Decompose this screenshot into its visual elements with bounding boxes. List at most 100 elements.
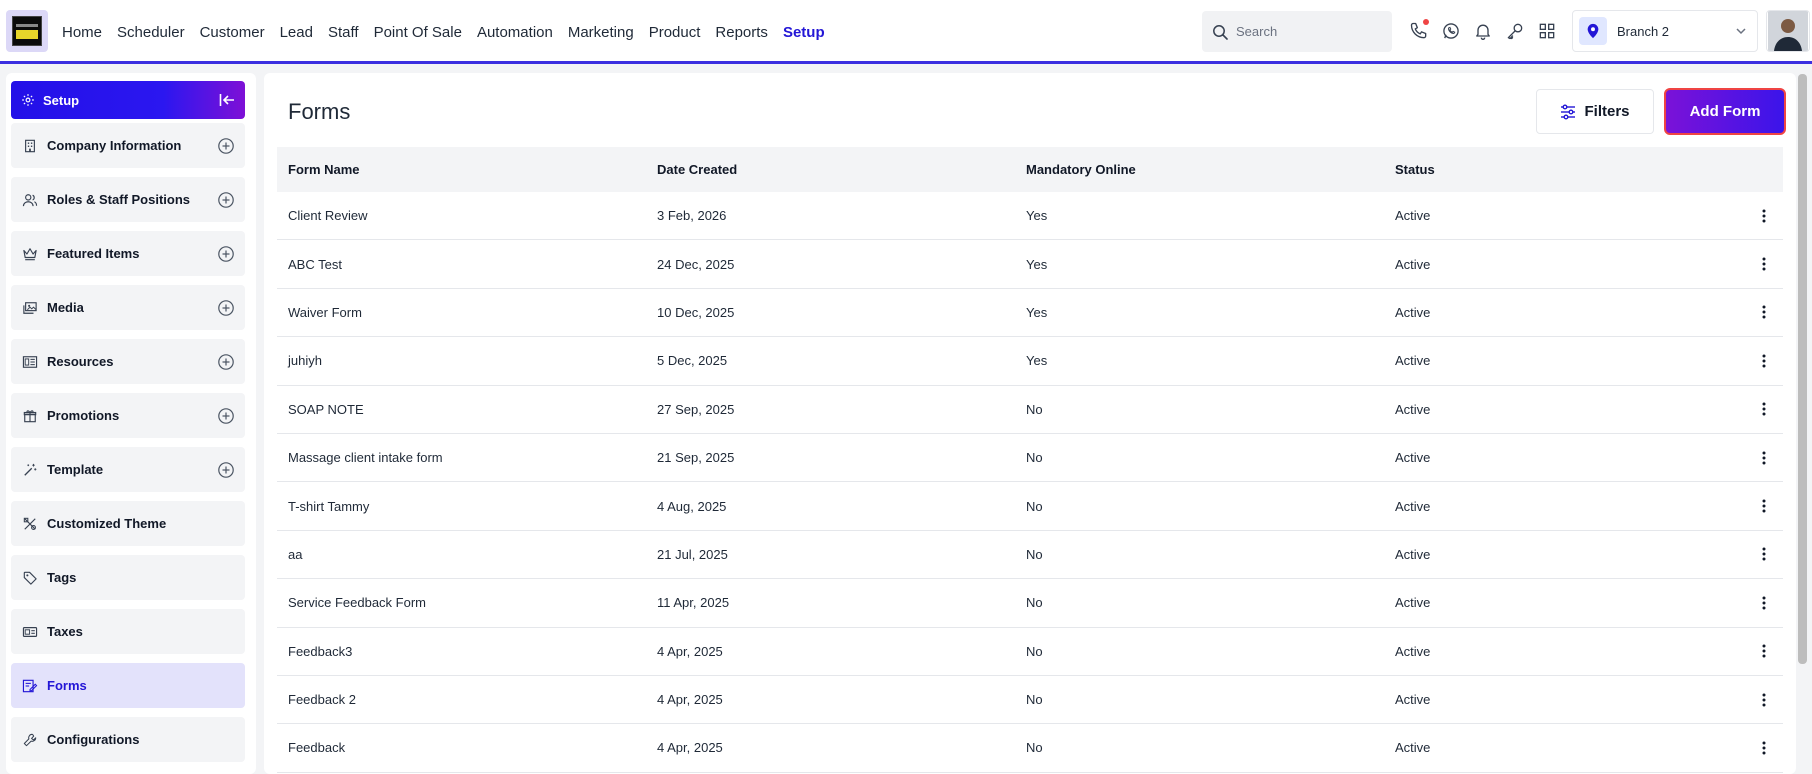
sidebar-item-roles-staff-positions[interactable]: Roles & Staff Positions [11, 177, 245, 222]
sidebar-item-resources[interactable]: Resources [11, 339, 245, 384]
user-avatar[interactable] [1766, 10, 1810, 52]
status-cell: Active [1395, 643, 1431, 659]
expand-plus-icon[interactable] [217, 245, 235, 263]
more-options-icon[interactable] [1755, 206, 1773, 226]
sidebar-item-customized-theme[interactable]: Customized Theme [11, 501, 245, 546]
setup-sidebar: Setup Company Information Roles & Staff P… [6, 73, 256, 774]
filters-label: Filters [1584, 103, 1630, 120]
nav-item-point-of-sale[interactable]: Point Of Sale [374, 24, 462, 41]
column-header-form-name[interactable]: Form Name [277, 162, 646, 177]
filters-button[interactable]: Filters [1536, 89, 1654, 134]
tag-icon [21, 571, 39, 585]
sidebar-item-promotions[interactable]: Promotions [11, 393, 245, 438]
date-created-cell: 4 Apr, 2025 [657, 692, 723, 708]
status-cell: Active [1395, 498, 1431, 514]
expand-plus-icon[interactable] [217, 407, 235, 425]
more-options-icon[interactable] [1755, 496, 1773, 516]
expand-plus-icon[interactable] [217, 137, 235, 155]
add-form-button[interactable]: Add Form [1664, 88, 1786, 135]
expand-plus-icon[interactable] [217, 461, 235, 479]
status-cell: Active [1395, 450, 1431, 466]
expand-plus-icon[interactable] [217, 299, 235, 317]
more-options-icon[interactable] [1755, 738, 1773, 758]
gift-icon [21, 409, 39, 423]
table-row[interactable]: Massage client intake form 21 Sep, 2025 No… [277, 434, 1783, 483]
nav-item-customer[interactable]: Customer [200, 24, 265, 41]
table-row[interactable]: Client Review 3 Feb, 2026 Yes Active [277, 192, 1783, 241]
branch-selector[interactable]: Branch 2 [1572, 10, 1758, 52]
mandatory-online-cell: Yes [1026, 256, 1048, 272]
main-nav: Home Scheduler Customer Lead Staff Point Of S… [62, 0, 840, 64]
nav-item-scheduler[interactable]: Scheduler [117, 24, 185, 41]
table-row[interactable]: Feedback 2 4 Apr, 2025 No Active [277, 676, 1783, 725]
sidebar-item-template[interactable]: Template [11, 447, 245, 492]
nav-item-automation[interactable]: Automation [477, 24, 553, 41]
column-header-date-created[interactable]: Date Created [646, 162, 1015, 177]
search-input[interactable] [1236, 24, 1376, 39]
search-icon [1213, 24, 1228, 40]
more-options-icon[interactable] [1755, 448, 1773, 468]
more-options-icon[interactable] [1755, 641, 1773, 661]
table-row[interactable]: Feedback 4 Apr, 2025 No Active [277, 724, 1783, 773]
mandatory-online-cell: No [1026, 401, 1043, 417]
more-options-icon[interactable] [1755, 351, 1773, 371]
bell-icon[interactable] [1472, 18, 1494, 44]
nav-item-staff[interactable]: Staff [328, 24, 359, 41]
media-icon [21, 301, 39, 315]
nav-item-reports[interactable]: Reports [715, 24, 768, 41]
sidebar-item-configurations[interactable]: Configurations [11, 717, 245, 762]
key-icon[interactable] [1504, 18, 1526, 44]
table-row[interactable]: juhiyh 5 Dec, 2025 Yes Active [277, 337, 1783, 386]
table-row[interactable]: T-shirt Tammy 4 Aug, 2025 No Active [277, 482, 1783, 531]
nav-item-marketing[interactable]: Marketing [568, 24, 634, 41]
form-name-cell: Waiver Form [288, 304, 362, 320]
resources-icon [21, 355, 39, 369]
status-cell: Active [1395, 546, 1431, 562]
whatsapp-icon[interactable] [1440, 18, 1462, 44]
status-cell: Active [1395, 256, 1431, 272]
more-options-icon[interactable] [1755, 302, 1773, 322]
column-header-mandatory-online[interactable]: Mandatory Online [1015, 162, 1384, 177]
theme-icon [21, 517, 39, 531]
collapse-sidebar-icon[interactable] [219, 93, 235, 107]
date-created-cell: 4 Apr, 2025 [657, 643, 723, 659]
nav-item-home[interactable]: Home [62, 24, 102, 41]
more-options-icon[interactable] [1755, 544, 1773, 564]
sidebar-item-media[interactable]: Media [11, 285, 245, 330]
table-row[interactable]: SOAP NOTE 27 Sep, 2025 No Active [277, 386, 1783, 434]
magic-wand-icon [21, 463, 39, 477]
table-row[interactable]: Waiver Form 10 Dec, 2025 Yes Active [277, 289, 1783, 338]
nav-item-setup[interactable]: Setup [783, 24, 825, 41]
more-options-icon[interactable] [1755, 690, 1773, 710]
chevron-down-icon [1736, 28, 1746, 35]
apps-grid-icon[interactable] [1536, 18, 1558, 44]
table-row[interactable]: Feedback3 4 Apr, 2025 No Active [277, 628, 1783, 676]
nav-item-lead[interactable]: Lead [280, 24, 313, 41]
form-name-cell: T-shirt Tammy [288, 498, 370, 514]
table-row[interactable]: ABC Test 24 Dec, 2025 Yes Active [277, 240, 1783, 289]
sidebar-item-taxes[interactable]: Taxes [11, 609, 245, 654]
form-name-cell: SOAP NOTE [288, 401, 364, 417]
page-scrollbar[interactable] [1798, 74, 1807, 664]
column-header-status[interactable]: Status [1384, 162, 1724, 177]
expand-plus-icon[interactable] [217, 191, 235, 209]
more-options-icon[interactable] [1755, 254, 1773, 274]
more-options-icon[interactable] [1755, 593, 1773, 613]
date-created-cell: 27 Sep, 2025 [657, 401, 735, 417]
sidebar-item-tags[interactable]: Tags [11, 555, 245, 600]
mandatory-online-cell: No [1026, 643, 1043, 659]
sidebar-item-featured-items[interactable]: Featured Items [11, 231, 245, 276]
table-row[interactable]: aa 21 Jul, 2025 No Active [277, 531, 1783, 580]
more-options-icon[interactable] [1755, 399, 1773, 419]
status-cell: Active [1395, 353, 1431, 369]
phone-icon[interactable] [1408, 18, 1430, 44]
search-box[interactable] [1202, 11, 1392, 52]
nav-item-product[interactable]: Product [649, 24, 701, 41]
sidebar-item-label: Media [47, 300, 84, 315]
date-created-cell: 24 Dec, 2025 [657, 256, 735, 272]
sidebar-item-forms[interactable]: Forms [11, 663, 245, 708]
sidebar-item-company-information[interactable]: Company Information [11, 123, 245, 168]
expand-plus-icon[interactable] [217, 353, 235, 371]
table-row[interactable]: Service Feedback Form 11 Apr, 2025 No Activ… [277, 579, 1783, 628]
app-logo[interactable] [6, 10, 48, 52]
